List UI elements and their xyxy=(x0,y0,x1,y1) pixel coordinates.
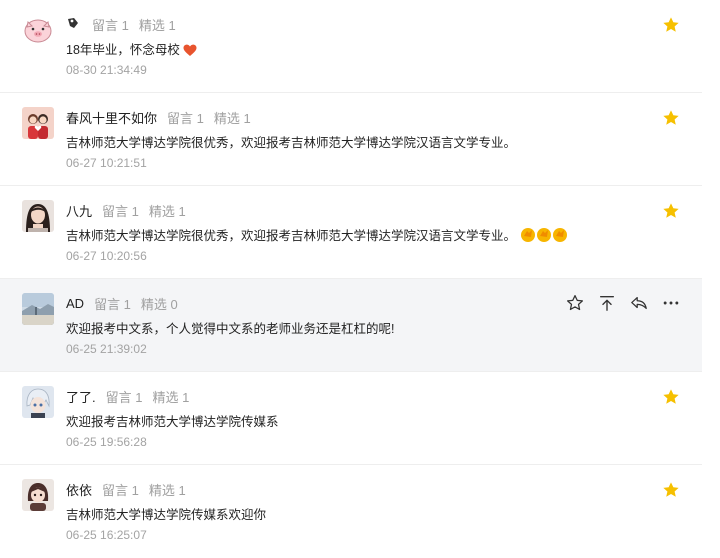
featured-count: 精选 1 xyxy=(213,110,251,126)
comment-item[interactable]: AD 留言 1 精选 0 欢迎报考中文系，个人觉得中文系的老师业务还是杠杠的呢!… xyxy=(0,279,702,372)
comment-item[interactable]: 依依 留言 1 精选 1 吉林师范大学博达学院传媒系欢迎你 06-25 16:2… xyxy=(0,465,702,558)
comment-meta: 留言 1 精选 1 xyxy=(66,14,186,34)
pig-avatar-icon xyxy=(22,14,54,46)
avatar[interactable] xyxy=(22,107,54,139)
avatar[interactable] xyxy=(22,200,54,232)
comment-actions xyxy=(566,294,680,312)
nickname[interactable]: AD xyxy=(66,296,84,311)
landscape-avatar-icon xyxy=(22,293,54,325)
nickname[interactable]: 依依 xyxy=(66,480,92,499)
comment-list: 留言 1 精选 1 18年毕业，怀念母校 08-30 21:34:49 春风十里… xyxy=(0,0,720,558)
comment-text: 18年毕业，怀念母校 xyxy=(66,39,197,60)
comment-text: 欢迎报考吉林师范大学博达学院传媒系 xyxy=(66,415,279,429)
messages-count: 留言 1 xyxy=(167,110,204,126)
avatar[interactable] xyxy=(22,479,54,511)
comment-text: 吉林师范大学博达学院传媒系欢迎你 xyxy=(66,508,267,522)
comment-text: 吉林师范大学博达学院很优秀，欢迎报考吉林师范大学博达学院汉语言文学专业。 xyxy=(66,225,568,246)
star-icon[interactable] xyxy=(662,481,680,499)
messages-count: 留言 1 xyxy=(105,389,143,405)
messages-count: 留言 1 xyxy=(102,203,139,219)
couple-avatar-icon xyxy=(22,107,54,139)
avatar[interactable] xyxy=(22,14,54,46)
comment-time: 08-30 21:34:49 xyxy=(66,63,147,77)
doll-avatar-icon xyxy=(22,479,54,511)
reply-icon[interactable] xyxy=(630,294,648,312)
comment-item[interactable]: 了了. 留言 1 精选 1 欢迎报考吉林师范大学博达学院传媒系 06-25 19… xyxy=(0,372,702,465)
avatar[interactable] xyxy=(22,386,54,418)
featured-count: 精选 1 xyxy=(148,482,186,498)
comment-item[interactable]: 八九 留言 1 精选 1 吉林师范大学博达学院很优秀，欢迎报考吉林师范大学博达学… xyxy=(0,186,702,279)
comment-meta: 八九 留言 1 精选 1 xyxy=(66,200,196,220)
featured-count: 精选 1 xyxy=(138,17,176,33)
featured-count: 精选 1 xyxy=(148,203,186,219)
comment-time: 06-27 10:21:51 xyxy=(66,156,147,170)
star-icon[interactable] xyxy=(662,202,680,220)
applause-emoji-icon xyxy=(536,227,552,246)
comment-item[interactable]: 留言 1 精选 1 18年毕业，怀念母校 08-30 21:34:49 xyxy=(0,0,702,93)
messages-count: 留言 1 xyxy=(102,482,139,498)
messages-count: 留言 1 xyxy=(92,17,129,33)
comment-text: 吉林师范大学博达学院很优秀，欢迎报考吉林师范大学博达学院汉语言文学专业。 xyxy=(66,136,517,150)
comment-item[interactable]: 春风十里不如你 留言 1 精选 1 吉林师范大学博达学院很优秀，欢迎报考吉林师范… xyxy=(0,93,702,186)
comment-text: 欢迎报考中文系，个人觉得中文系的老师业务还是杠杠的呢! xyxy=(66,322,395,336)
star-outline-icon[interactable] xyxy=(566,294,584,312)
nickname[interactable]: 八九 xyxy=(66,201,92,220)
star-icon[interactable] xyxy=(662,388,680,406)
featured-count: 精选 1 xyxy=(152,389,190,405)
heart-icon xyxy=(183,44,197,60)
nickname[interactable]: 春风十里不如你 xyxy=(66,108,157,127)
girl-avatar-icon xyxy=(22,200,54,232)
comment-time: 06-25 21:39:02 xyxy=(66,342,147,356)
applause-emoji-icon xyxy=(552,227,568,246)
applause-emoji-icon xyxy=(520,227,536,246)
messages-count: 留言 1 xyxy=(94,296,131,312)
pin-top-icon[interactable] xyxy=(598,294,616,312)
nickname-icon[interactable] xyxy=(66,16,80,33)
comment-meta: AD 留言 1 精选 0 xyxy=(66,293,188,313)
comment-meta: 依依 留言 1 精选 1 xyxy=(66,479,196,499)
comment-time: 06-25 16:25:07 xyxy=(66,528,147,542)
star-icon[interactable] xyxy=(662,16,680,34)
comment-meta: 春风十里不如你 留言 1 精选 1 xyxy=(66,107,261,127)
comment-time: 06-25 19:56:28 xyxy=(66,435,147,449)
more-icon[interactable] xyxy=(662,294,680,312)
comment-meta: 了了. 留言 1 精选 1 xyxy=(66,386,199,406)
nickname[interactable]: 了了. xyxy=(66,387,96,406)
avatar[interactable] xyxy=(22,293,54,325)
star-icon[interactable] xyxy=(662,109,680,127)
anime-avatar-icon xyxy=(22,386,54,418)
comment-time: 06-27 10:20:56 xyxy=(66,249,147,263)
featured-count: 精选 0 xyxy=(140,296,178,312)
